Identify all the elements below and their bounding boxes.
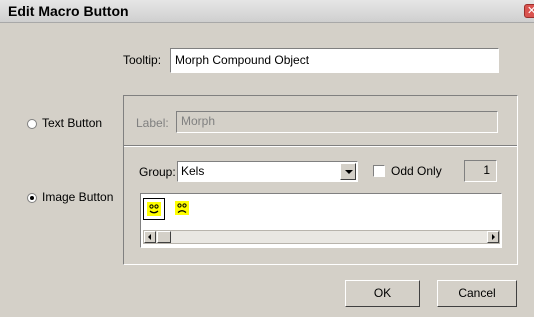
cancel-button[interactable]: Cancel: [437, 280, 517, 307]
tooltip-input[interactable]: Morph Compound Object: [170, 48, 499, 73]
label-caption: Label:: [136, 116, 169, 130]
odd-only-checkbox[interactable]: [373, 165, 385, 177]
chevron-down-icon[interactable]: [340, 163, 356, 180]
close-icon: ✕: [527, 5, 534, 17]
ok-button[interactable]: OK: [345, 280, 420, 307]
icon-count-field: 1: [464, 160, 497, 182]
group-dropdown-value: Kels: [181, 164, 205, 178]
group-caption: Group:: [139, 165, 176, 179]
group-dropdown[interactable]: Kels: [177, 161, 358, 182]
text-button-radio[interactable]: [27, 119, 37, 129]
image-button-label: Image Button: [42, 190, 114, 204]
scroll-thumb[interactable]: [157, 231, 171, 243]
icon-cell-selected[interactable]: [143, 198, 165, 220]
tooltip-label: Tooltip:: [123, 53, 162, 67]
edit-macro-button-dialog: Edit Macro Button ✕ Tooltip: Morph Compo…: [0, 0, 534, 317]
section-divider: [124, 145, 517, 147]
title-bar[interactable]: Edit Macro Button ✕: [0, 0, 534, 23]
text-button-label: Text Button: [42, 116, 103, 130]
window-title: Edit Macro Button: [8, 3, 129, 19]
scroll-right-arrow-icon[interactable]: [487, 231, 499, 243]
frowning-face-icon: [175, 201, 189, 215]
smiley-face-icon: [147, 202, 161, 216]
image-button-radio[interactable]: [27, 193, 37, 203]
odd-only-label: Odd Only: [391, 164, 442, 178]
icon-strip-scrollbar[interactable]: [143, 230, 500, 244]
label-input[interactable]: Morph: [176, 111, 498, 133]
close-button[interactable]: ✕: [524, 4, 534, 18]
scroll-left-arrow-icon[interactable]: [144, 231, 156, 243]
icon-cell[interactable]: [172, 198, 194, 220]
